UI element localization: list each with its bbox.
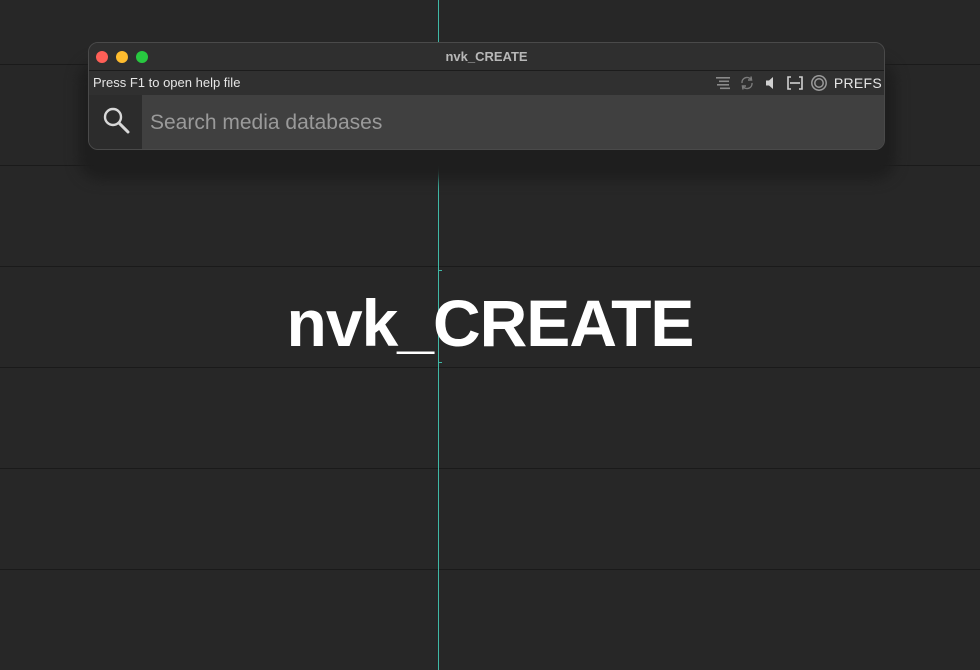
circle-icon[interactable] [810,74,828,92]
speaker-icon[interactable] [762,74,780,92]
track-divider [0,569,980,570]
arrange-canvas[interactable]: nvk_CREATE nvk_CREATE Press F1 to open h… [0,0,980,670]
search-button[interactable] [89,95,142,149]
window-title: nvk_CREATE [445,49,528,64]
track-divider [0,266,980,267]
align-icon[interactable] [714,74,732,92]
toolbar: Press F1 to open help file PREFS [89,71,884,95]
toolbar-icons: PREFS [714,71,882,95]
track-divider [0,468,980,469]
search-bar [89,95,884,149]
search-input[interactable] [142,95,884,149]
cursor-bracket-top [438,270,442,271]
canvas-title: nvk_CREATE [286,286,695,360]
window-titlebar[interactable]: nvk_CREATE [89,43,884,71]
refresh-icon[interactable] [738,74,756,92]
bracket-icon[interactable] [786,74,804,92]
help-text: Press F1 to open help file [93,75,241,90]
search-icon [101,105,131,140]
track-divider [0,367,980,368]
create-window: nvk_CREATE Press F1 to open help file PR… [88,42,885,150]
prefs-button[interactable]: PREFS [834,71,882,95]
